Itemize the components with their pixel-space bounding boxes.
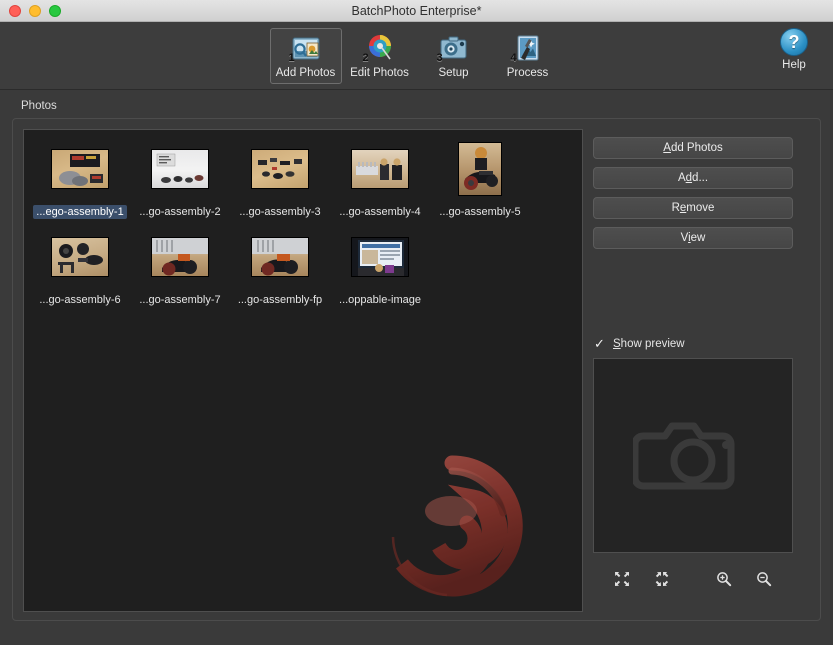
thumbnail-image-wrap [50,228,110,286]
thumbnail-image-wrap [350,228,410,286]
maximize-button[interactable] [49,4,61,17]
preview-panel[interactable] [593,358,793,553]
thumbnail-image-wrap [150,140,210,198]
edit-photos-icon: 2 [363,32,397,64]
toolbar-add-photos[interactable]: 1 Add Photos [269,27,342,84]
setup-icon: 3 [437,32,471,64]
toolbar-edit-photos[interactable]: 2 Edit Photos [344,28,416,84]
thumbnail-label: ...go-assembly-5 [439,206,521,218]
thumbnail-label: ...go-assembly-2 [139,206,221,218]
thumbnail-image [351,237,409,277]
thumbnail-label: ...go-assembly-3 [239,206,321,218]
show-preview-label: Show preview [613,337,685,350]
toolbar-step-badge: 4 [510,51,517,64]
toolbar-step-badge: 2 [362,51,369,64]
toolbar-label: Setup [438,66,469,79]
thumbnail-item[interactable]: ...go-assembly-5 [430,140,530,219]
thumbnail-item[interactable]: ...go-assembly-7 [130,228,230,307]
thumbnail-grid: ...ego-assembly-1 ...go-assembly-2 ...go… [24,130,582,316]
thumbnail-item[interactable]: ...go-assembly-2 [130,140,230,219]
preview-toolbar [593,569,793,589]
remove-button[interactable]: Remove [593,197,793,219]
checkmark-icon: ✓ [594,335,605,351]
main-toolbar: 1 Add Photos 2 Edit Photos 3 Setup 4 Pro… [0,22,833,90]
close-button[interactable] [9,4,21,17]
toolbar-process[interactable]: 4 Process [492,28,564,84]
help-button[interactable]: ? Help [767,28,821,71]
photos-group-box: ...ego-assembly-1 ...go-assembly-2 ...go… [12,118,821,621]
thumbnail-label: ...oppable-image [339,294,421,306]
thumbnail-label: ...go-assembly-6 [39,294,121,306]
thumbnail-image [458,142,502,196]
thumbnail-image [251,149,309,189]
toolbar-setup[interactable]: 3 Setup [418,28,490,84]
thumbnail-image-wrap [450,140,510,198]
thumbnail-label: ...ego-assembly-1 [33,205,127,219]
thumbnail-label: ...go-assembly-4 [339,206,421,218]
thumbnail-image-wrap [350,140,410,198]
add-button[interactable]: Add... [593,167,793,189]
thumbnail-item[interactable]: ...go-assembly-4 [330,140,430,219]
remove-button-label: Remove [671,202,715,214]
add-button-label: Add... [677,172,709,184]
fit-to-window-icon[interactable] [613,569,631,589]
thumbnail-label: ...go-assembly-7 [139,294,221,306]
thumbnail-item[interactable]: ...go-assembly-3 [230,140,330,219]
toolbar-label: Process [506,66,549,79]
zoom-in-icon[interactable] [715,569,733,589]
thumbnail-image [351,149,409,189]
minimize-button[interactable] [29,4,41,17]
help-icon: ? [780,28,808,56]
camera-placeholder-icon [633,422,735,489]
toolbar-step-badge: 1 [288,51,295,64]
view-button-label: View [680,232,706,244]
view-button[interactable]: View [593,227,793,249]
thumbnail-image [51,149,109,189]
add-photos-button-label: Add Photos [663,142,723,154]
thumbnail-item[interactable]: ...go-assembly-fp [230,228,330,307]
side-panel: Add Photos Add... Remove View ✓ Show pre… [593,129,793,610]
thumbnail-image-wrap [250,140,310,198]
traffic-light-group [0,4,61,17]
toolbar-button-group: 1 Add Photos 2 Edit Photos 3 Setup 4 Pro… [269,27,564,84]
thumbnail-image [251,237,309,277]
add-photos-icon: 1 [289,32,323,64]
thumbnail-image [51,237,109,277]
thumbnail-label: ...go-assembly-fp [237,294,323,306]
thumbnail-item[interactable]: ...ego-assembly-1 [30,140,130,219]
main-content: Photos ...ego-assembly-1 ...go-assembly-… [0,90,833,645]
window-title: BatchPhoto Enterprise* [351,3,482,18]
thumbnail-item[interactable]: ...go-assembly-6 [30,228,130,307]
thumbnail-item[interactable]: ...oppable-image [330,228,430,307]
show-preview-checkbox[interactable]: ✓ Show preview [593,337,793,350]
batchphoto-swirl-logo [377,451,527,601]
toolbar-step-badge: 3 [436,51,443,64]
window-titlebar: BatchPhoto Enterprise* [0,0,833,22]
toolbar-label: Add Photos [275,66,336,79]
photo-action-buttons: Add Photos Add... Remove View [593,129,793,249]
zoom-out-icon[interactable] [755,569,773,589]
thumbnail-image-wrap [250,228,310,286]
add-photos-button[interactable]: Add Photos [593,137,793,159]
help-label: Help [782,59,806,71]
photo-list-panel[interactable]: ...ego-assembly-1 ...go-assembly-2 ...go… [23,129,583,612]
toolbar-label: Edit Photos [350,66,409,79]
process-icon: 4 [511,32,545,64]
photos-group-label: Photos [21,100,57,112]
actual-size-icon[interactable] [653,569,671,589]
thumbnail-image [151,237,209,277]
thumbnail-image [151,149,209,189]
thumbnail-image-wrap [50,140,110,198]
thumbnail-image-wrap [150,228,210,286]
